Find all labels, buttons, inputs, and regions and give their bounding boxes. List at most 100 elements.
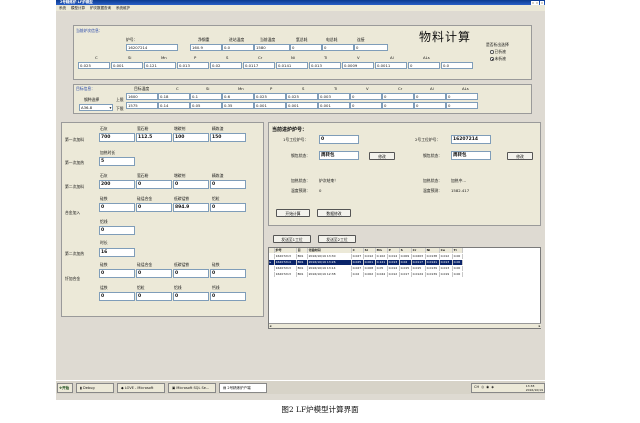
upper-field[interactable]: 0 [350, 93, 382, 100]
power-total-field[interactable]: 0 [322, 44, 354, 51]
lower-field[interactable]: 1575 [126, 102, 158, 109]
start-calc-button[interactable]: 开始计算 [276, 209, 310, 217]
lower-field[interactable]: 0.35 [222, 102, 254, 109]
upper-field[interactable]: 0 [414, 93, 446, 100]
chem-value-field[interactable]: 0.121 [144, 62, 176, 69]
fine-field-2[interactable]: 0 [173, 269, 209, 278]
target-title: 目标信息： [76, 86, 95, 91]
net-weight-field[interactable]: 160.9 [190, 44, 222, 51]
task-sql[interactable]: ▣ Microsoft SQL Se... [168, 382, 216, 393]
volume-icon[interactable]: ◈ [491, 384, 494, 392]
chem-value-field[interactable]: 0.025 [78, 62, 110, 69]
upper-field[interactable]: 0.025 [254, 93, 286, 100]
menu-heat-query[interactable]: 炉次数据查询 [90, 6, 111, 11]
table-row-selected[interactable]: ▸ 16207214 B01 2016/10/19 13:26 0.025 0.… [269, 260, 463, 265]
task-love[interactable]: ◆ LOVE - Microsoft [117, 382, 165, 393]
argon-total-field[interactable]: 0 [290, 44, 322, 51]
table-row[interactable]: 16207213 B01 2016/10/19 13:30 0.027 0.01… [269, 254, 463, 259]
upper-field[interactable]: 0 [382, 93, 414, 100]
table-row[interactable]: 16207213 B01 2016/10/19 13:14 0.027 0.00… [269, 266, 463, 271]
data-edit-button[interactable]: 数据修改 [317, 209, 351, 217]
station2-heat-field[interactable]: 16207214 [451, 135, 491, 144]
fine2-field-1[interactable]: 0 [136, 292, 172, 301]
second-carburizer-field[interactable]: 0 [173, 180, 209, 189]
lower-field[interactable]: 0.14 [158, 102, 190, 109]
alloy-field-0[interactable]: 0 [99, 203, 135, 212]
minimize-icon[interactable] [530, 0, 535, 5]
connect-field[interactable]: 0 [354, 44, 388, 51]
first-fluorite-field[interactable]: 112.5 [136, 133, 172, 142]
lower-field[interactable]: 0.001 [286, 102, 318, 109]
chem-value-field[interactable]: 0.013 [177, 62, 209, 69]
horizontal-scrollbar[interactable]: ◂ ▸ [269, 323, 541, 328]
fine-field-3[interactable]: 0 [210, 269, 246, 278]
lower-field[interactable]: 0 [382, 102, 414, 109]
station2-edit-button[interactable]: 修改 [507, 152, 533, 160]
upper-field[interactable]: 0.003 [318, 93, 350, 100]
upper-field[interactable]: 0.18 [158, 93, 190, 100]
network-icon[interactable]: ◉ [486, 384, 489, 392]
upper-field[interactable]: 0.025 [286, 93, 318, 100]
first-lime-field[interactable]: 700 [99, 133, 135, 142]
first-carburizer-field[interactable]: 100 [173, 133, 209, 142]
table-row[interactable]: 16207213 B01 2016/10/19 12:38 0.02 0.002… [269, 272, 463, 277]
lower-field[interactable]: 0 [350, 102, 382, 109]
scroll-left-icon[interactable]: ◂ [270, 324, 272, 329]
lower-field[interactable]: 0.001 [318, 102, 350, 109]
analysis-grid[interactable]: 炉号 目 化验时间 C Si Mn P S Cr Ni Cu Ti 162072… [268, 247, 541, 329]
chem-value-field[interactable]: 0.0009 [342, 62, 374, 69]
chem-value-field[interactable]: 0.0141 [276, 62, 308, 69]
fine2-field-3[interactable]: 0 [210, 292, 246, 301]
menu-model-calc[interactable]: 模型计算 [71, 6, 85, 11]
lower-field[interactable]: 0 [414, 102, 446, 109]
station1-ladle-state[interactable]: 周转包 [319, 151, 359, 160]
chem-value-field[interactable]: 0.0011 [375, 62, 407, 69]
second-fluorite-field[interactable]: 0 [136, 180, 172, 189]
fine2-field-0[interactable]: 0 [99, 292, 135, 301]
start-button[interactable]: ❖开始 [57, 382, 73, 393]
second-lime-field[interactable]: 200 [99, 180, 135, 189]
heat-number-field[interactable]: 16207214 [126, 44, 178, 51]
current-temp-field[interactable]: 1580 [254, 44, 290, 51]
upper-field[interactable]: 0 [446, 93, 478, 100]
task-lf-client[interactable]: ▤ 2号精炼炉户端 [219, 382, 267, 393]
menu-maintenance[interactable]: 系统维护 [116, 6, 130, 11]
lower-field[interactable]: 0.05 [190, 102, 222, 109]
lower-field[interactable]: 0.001 [254, 102, 286, 109]
send-to-station2-button[interactable]: 发送至2工位 [318, 235, 356, 243]
close-icon[interactable] [540, 0, 544, 5]
chem-value-field[interactable]: 0.0 [441, 62, 473, 69]
scroll-right-icon[interactable]: ▸ [539, 324, 541, 329]
chem-value-field[interactable]: 0.001 [111, 62, 143, 69]
upper-field[interactable]: 0.6 [222, 93, 254, 100]
chem-value-field[interactable]: 0.02 [210, 62, 242, 69]
chem-value-field[interactable]: 0.013 [309, 62, 341, 69]
alloy-field-1[interactable]: 0 [136, 203, 172, 212]
input-method[interactable]: CH [474, 384, 479, 392]
grade-select[interactable]: A36-8 ▾ [79, 104, 113, 111]
station2-ladle-state[interactable]: 周转包 [451, 151, 491, 160]
upper-field[interactable]: 1600 [126, 93, 158, 100]
tray-icon[interactable]: ◎ [481, 384, 484, 392]
chem-value-field[interactable]: 0 [408, 62, 440, 69]
station1-edit-button[interactable]: 修改 [369, 152, 395, 160]
chem-value-field[interactable]: 0.0117 [243, 62, 275, 69]
menu-system[interactable]: 系统 [59, 6, 66, 11]
wire-field[interactable]: 0 [99, 226, 135, 235]
lower-field[interactable]: 0 [446, 102, 478, 109]
second-heating-field[interactable]: 16 [99, 248, 135, 257]
send-to-station1-button[interactable]: 发送至1工位 [273, 235, 311, 243]
first-heating-field[interactable]: 5 [99, 157, 135, 166]
alloy-field-2[interactable]: 894.9 [173, 203, 209, 212]
maximize-icon[interactable] [535, 0, 540, 5]
entry-temp-field[interactable]: 0.0 [222, 44, 254, 51]
station1-heat-field[interactable]: 0 [319, 135, 359, 144]
upper-field[interactable]: 0.1 [190, 93, 222, 100]
second-slag-field[interactable]: 0 [210, 180, 246, 189]
task-debug[interactable]: ▮ Debug [76, 382, 114, 393]
alloy-field-3[interactable]: 0 [210, 203, 246, 212]
first-slag-field[interactable]: 150 [210, 133, 246, 142]
fine2-field-2[interactable]: 0 [173, 292, 209, 301]
fine-field-1[interactable]: 0 [136, 269, 172, 278]
fine-field-0[interactable]: 0 [99, 269, 135, 278]
